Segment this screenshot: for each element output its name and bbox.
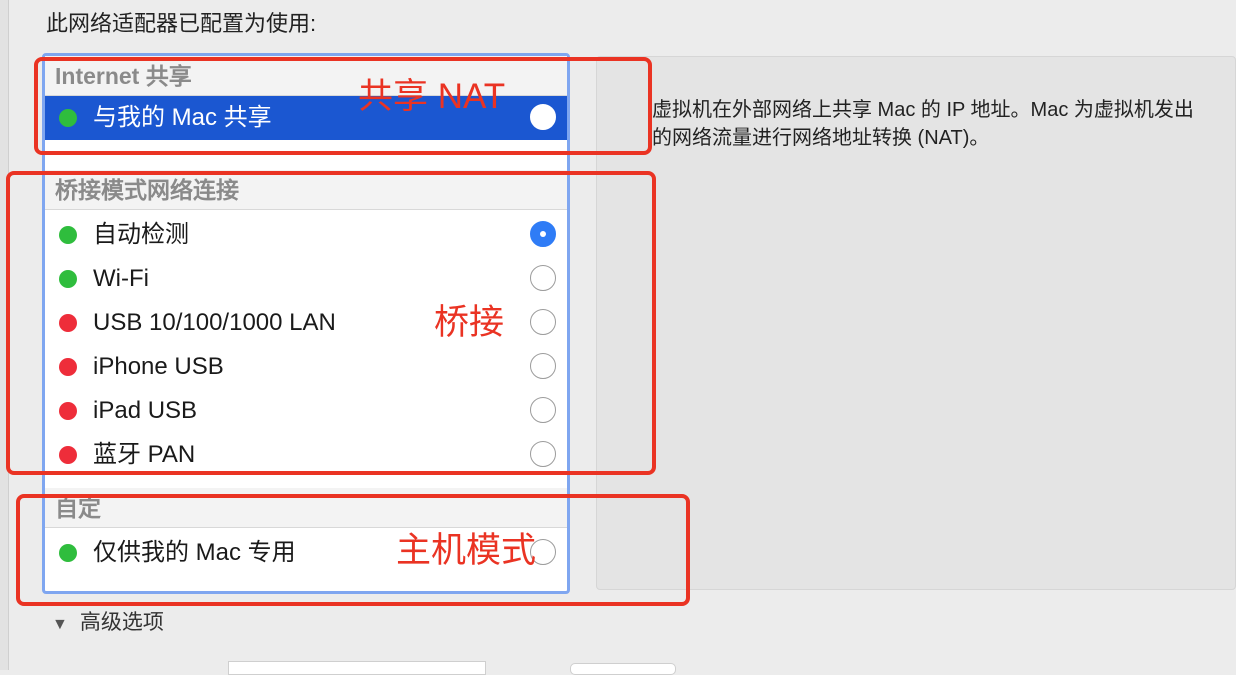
advanced-options-label: 高级选项 bbox=[79, 611, 164, 634]
disclosure-triangle-icon[interactable]: ▼ bbox=[52, 616, 68, 634]
annotation-label-nat: 共享 NAT bbox=[358, 77, 506, 116]
annotation-label-host-only: 主机模式 bbox=[396, 531, 537, 570]
partial-button[interactable] bbox=[570, 663, 676, 675]
annotation-box-bridge bbox=[6, 171, 656, 475]
network-description: 虚拟机在外部网络上共享 Mac 的 IP 地址。Mac 为虚拟机发出的网络流量进… bbox=[652, 99, 1194, 149]
annotation-box-host-only bbox=[16, 494, 690, 606]
annotation-box-nat bbox=[34, 57, 652, 155]
annotation-label-bridge: 桥接 bbox=[434, 303, 505, 342]
adapter-config-heading: 此网络适配器已配置为使用: bbox=[46, 11, 317, 36]
partial-field[interactable] bbox=[228, 661, 486, 675]
advanced-options-disclosure[interactable]: ▼ 高级选项 bbox=[52, 606, 164, 636]
